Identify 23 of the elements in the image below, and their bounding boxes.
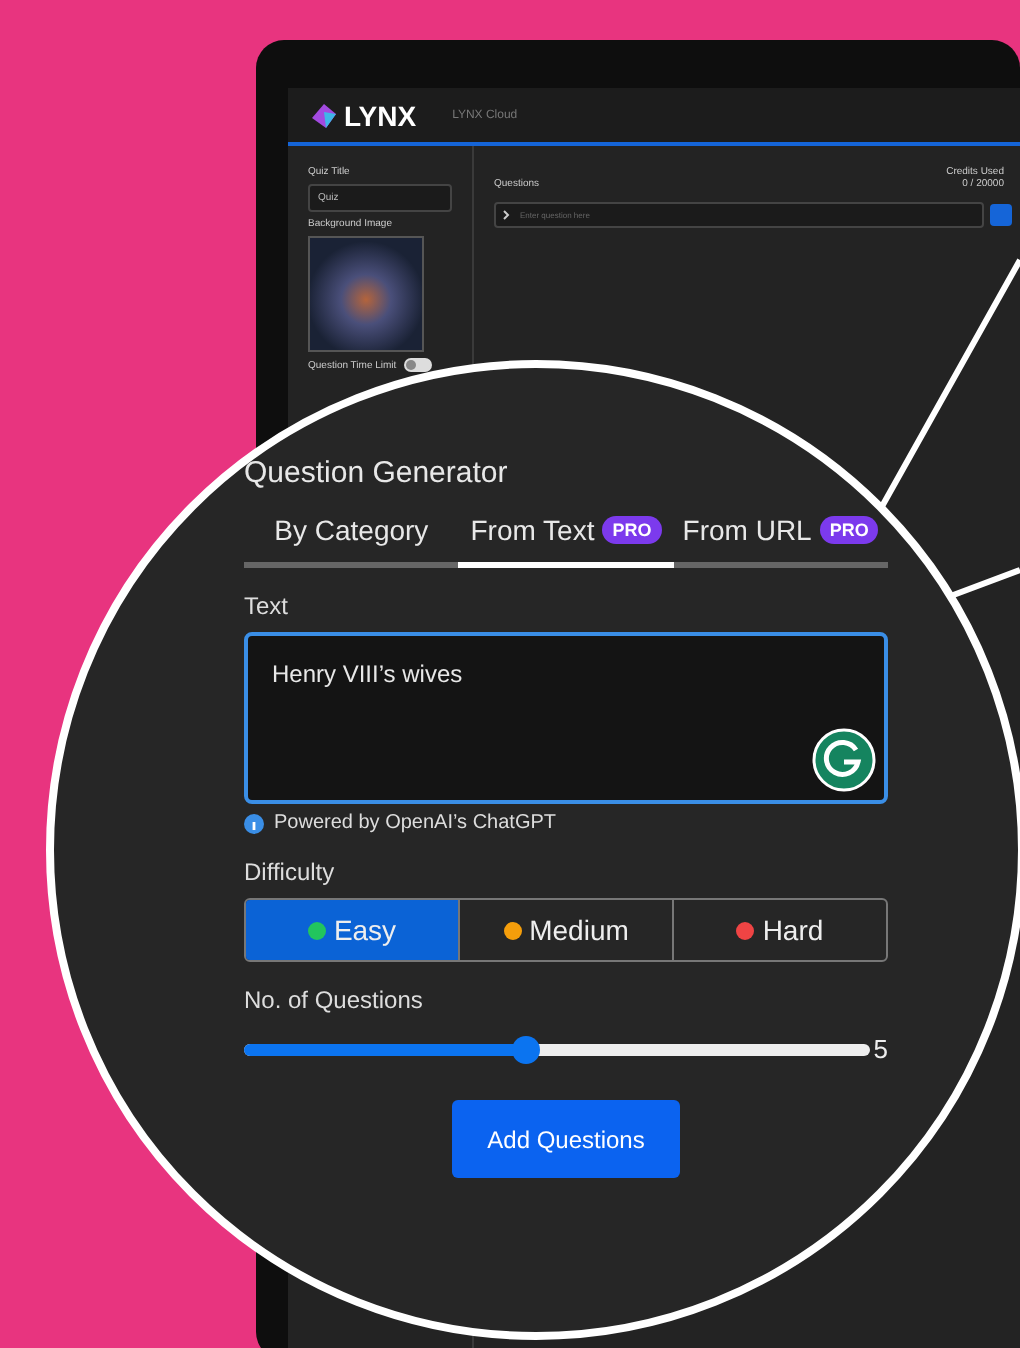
pro-badge: PRO	[602, 516, 662, 544]
field-label: No. of Questions	[244, 986, 425, 1014]
writing-assistant-icon[interactable]	[812, 728, 876, 792]
field-label: Text	[244, 592, 291, 620]
section-title: Question Generator	[244, 456, 510, 490]
field-label: Difficulty	[244, 858, 337, 886]
powered-by-text: Powered by OpenAI’s ChatGPT	[274, 812, 556, 834]
tab[interactable]: From URL PRO	[673, 506, 888, 568]
difficulty-option[interactable]: Easy	[246, 900, 460, 960]
text-area-field[interactable]: Henry VIII’s wives	[244, 632, 888, 804]
difficulty-option[interactable]: Hard	[674, 900, 886, 960]
tab[interactable]: By Category	[244, 506, 459, 568]
logo-icon	[312, 103, 338, 127]
slider-value: 5	[873, 1034, 888, 1064]
chevron-icon	[502, 210, 510, 220]
logo-text: LYNX	[344, 99, 417, 131]
slider-thumb[interactable]	[511, 1035, 540, 1063]
toggle-switch[interactable]	[404, 358, 433, 372]
info-icon	[244, 813, 264, 833]
tab[interactable]: From Text PRO	[458, 506, 674, 568]
difficulty-option[interactable]: Medium	[460, 900, 674, 960]
pro-badge: PRO	[819, 516, 879, 544]
add-questions-button[interactable]: Add Questions	[452, 1100, 680, 1178]
